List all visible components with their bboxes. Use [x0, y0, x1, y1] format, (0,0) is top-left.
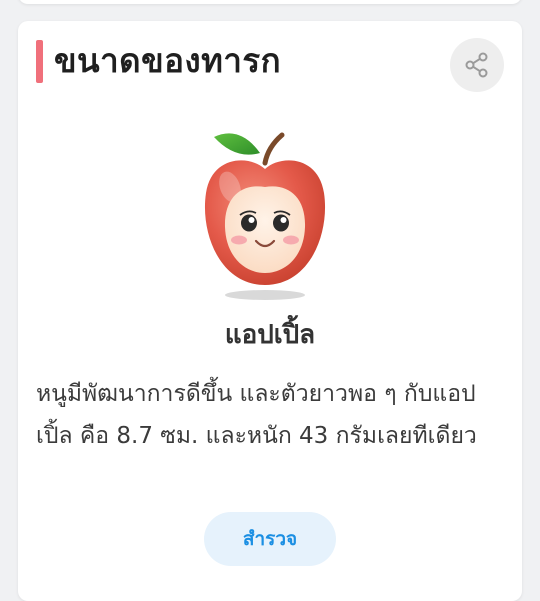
- apple-mascot-icon: [204, 132, 326, 300]
- fruit-name: แอปเปิ้ล: [224, 320, 316, 350]
- share-button[interactable]: [450, 38, 504, 92]
- previous-card: [18, 0, 522, 4]
- card-title: ขนาดของทารก: [54, 41, 282, 80]
- title-accent-bar: [36, 40, 43, 83]
- size-description: หนูมีพัฒนาการดีขึ้น และตัวยาวพอ ๆ กับแอป…: [36, 381, 477, 449]
- explore-button[interactable]: สำรวจ: [204, 512, 336, 566]
- baby-size-card: ขนาดของทารก แอปเปิ้ล หนูมีพัฒนาการดีขึ้น…: [18, 21, 522, 601]
- share-icon: [465, 52, 488, 78]
